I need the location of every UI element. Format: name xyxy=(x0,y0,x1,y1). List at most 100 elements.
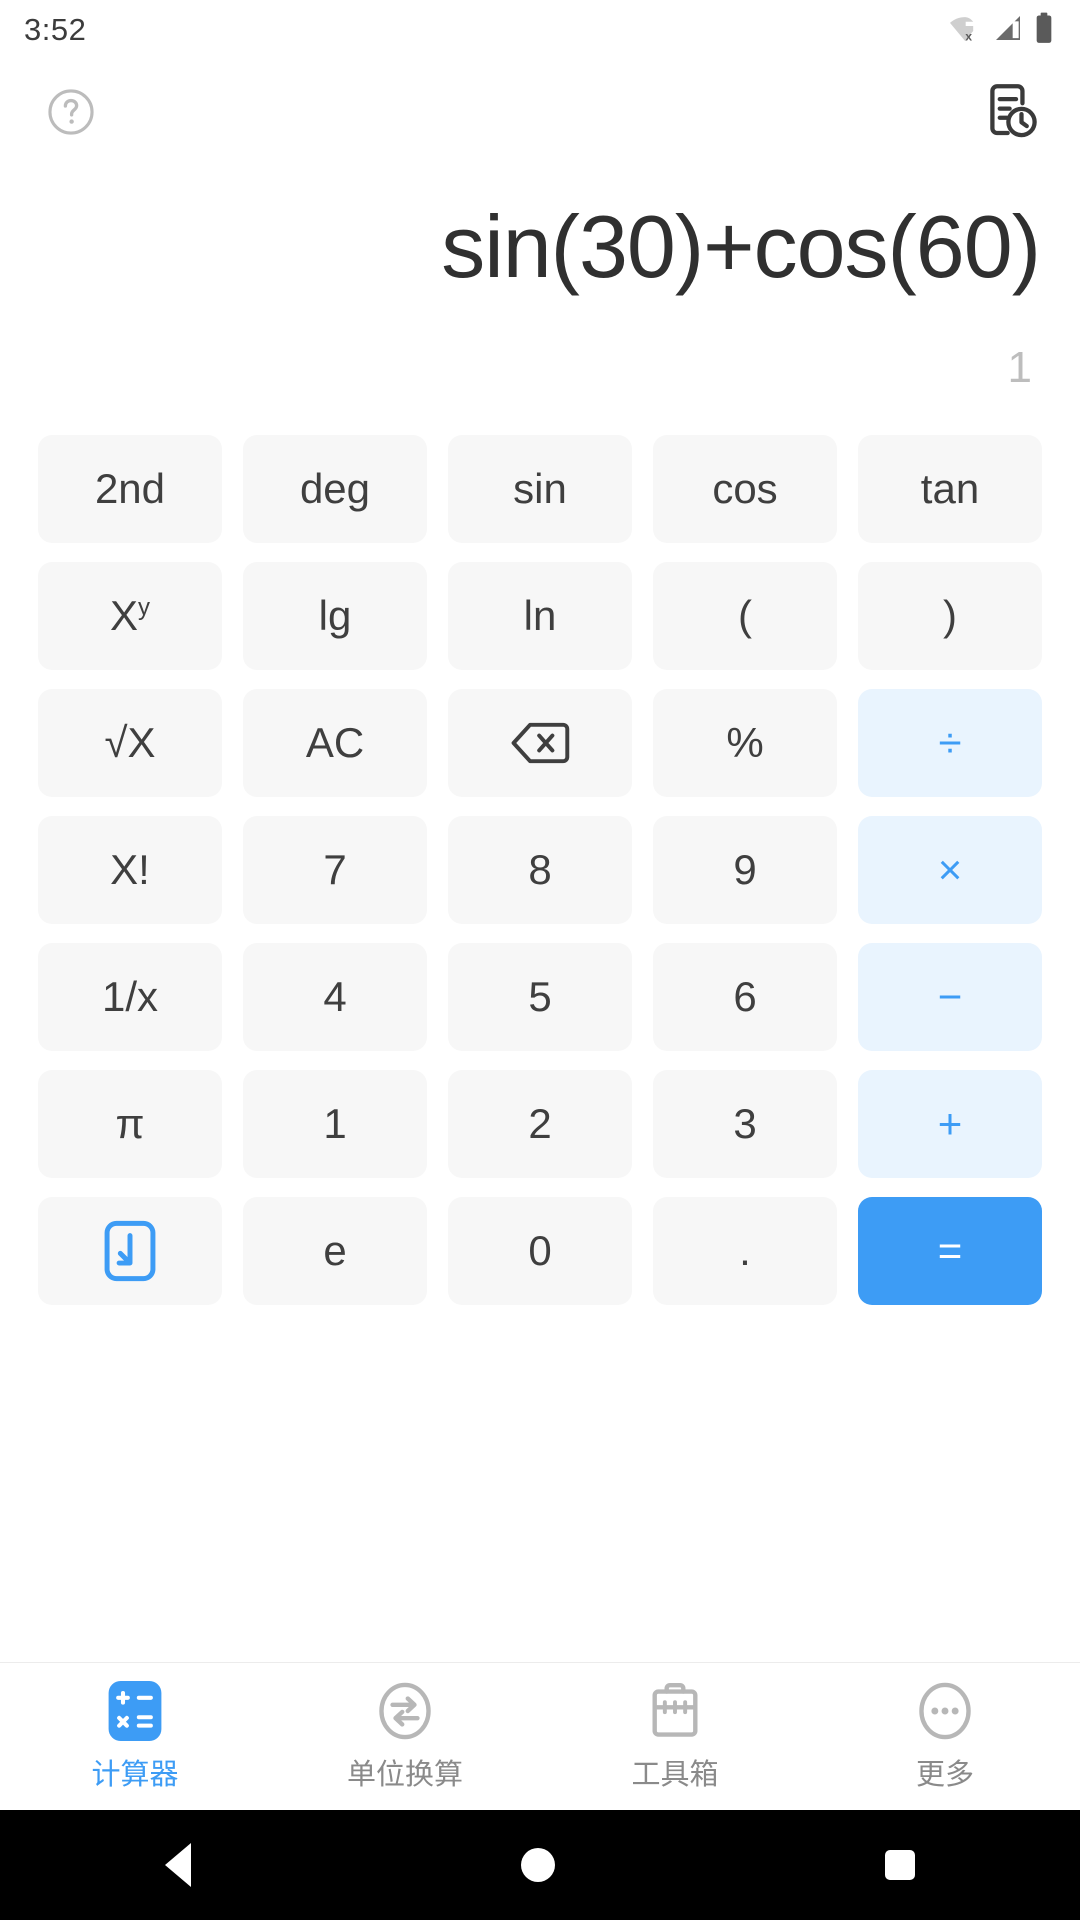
key-label: 1/x xyxy=(101,972,159,1020)
key-label: ( xyxy=(738,591,752,639)
key-sqrt[interactable]: √X xyxy=(38,688,222,797)
key-label: 4 xyxy=(323,972,347,1020)
key-label: AC xyxy=(305,718,365,766)
nav-label: 工具箱 xyxy=(631,1758,719,1791)
key-label: × xyxy=(937,845,963,893)
key-label: tan xyxy=(920,464,980,512)
key-backspace[interactable] xyxy=(448,688,632,797)
nav-label: 计算器 xyxy=(91,1758,179,1791)
recents-icon[interactable] xyxy=(885,1850,915,1880)
key-label: lg xyxy=(318,591,352,639)
status-time: 3:52 xyxy=(24,12,87,47)
more-dots-icon xyxy=(919,1682,971,1739)
battery-icon xyxy=(1034,12,1054,49)
key-label: ln xyxy=(523,591,557,639)
key-8[interactable]: 8 xyxy=(448,815,632,924)
key-label: 2nd xyxy=(94,464,166,512)
key-divide[interactable]: ÷ xyxy=(858,688,1042,797)
help-button[interactable] xyxy=(46,87,96,142)
key-minus[interactable]: − xyxy=(858,942,1042,1051)
nav-unit-conversion[interactable]: 单位换算 xyxy=(270,1663,540,1810)
key-second[interactable]: 2nd xyxy=(38,434,222,543)
key-label: + xyxy=(937,1099,963,1147)
key-label: % xyxy=(726,718,764,766)
key-lg[interactable]: lg xyxy=(243,561,427,670)
key-deg[interactable]: deg xyxy=(243,434,427,543)
key-label: 7 xyxy=(323,845,347,893)
key-label: 3 xyxy=(733,1099,757,1147)
key-reciprocal[interactable]: 1/x xyxy=(38,942,222,1051)
key-5[interactable]: 5 xyxy=(448,942,632,1051)
history-button[interactable] xyxy=(980,81,1042,148)
key-label: . xyxy=(739,1226,751,1274)
key-label: π xyxy=(115,1099,145,1147)
home-icon[interactable] xyxy=(521,1848,555,1882)
key-label: deg xyxy=(299,464,371,512)
key-0[interactable]: 0 xyxy=(448,1196,632,1305)
key-3[interactable]: 3 xyxy=(653,1069,837,1178)
key-plus[interactable]: + xyxy=(858,1069,1042,1178)
key-4[interactable]: 4 xyxy=(243,942,427,1051)
bottom-navigation: 计算器 单位换算 工具箱 更多 xyxy=(0,1662,1080,1810)
key-cos[interactable]: cos xyxy=(653,434,837,543)
key-label: − xyxy=(937,972,963,1020)
key-6[interactable]: 6 xyxy=(653,942,837,1051)
svg-text:x: x xyxy=(965,29,972,43)
key-label: 0 xyxy=(528,1226,552,1274)
key-label: 6 xyxy=(733,972,757,1020)
backspace-icon xyxy=(511,722,570,763)
key-label: e xyxy=(323,1226,347,1274)
key-collapse[interactable] xyxy=(38,1196,222,1305)
status-icons: x xyxy=(948,12,1054,49)
calculator-icon xyxy=(108,1680,162,1741)
key-multiply[interactable]: × xyxy=(858,815,1042,924)
key-2[interactable]: 2 xyxy=(448,1069,632,1178)
android-navigation-bar xyxy=(0,1810,1080,1920)
nav-label: 更多 xyxy=(915,1758,974,1791)
back-icon[interactable] xyxy=(165,1843,191,1887)
status-bar: 3:52 x xyxy=(0,0,1080,60)
key-percent[interactable]: % xyxy=(653,688,837,797)
signal-icon xyxy=(992,13,1024,48)
key-label: √X xyxy=(104,718,156,766)
key-label: cos xyxy=(712,464,778,512)
key-equals[interactable]: = xyxy=(858,1196,1042,1305)
nav-more[interactable]: 更多 xyxy=(810,1663,1080,1810)
expression-text[interactable]: sin(30)+cos(60) xyxy=(40,168,1040,297)
nav-label: 单位换算 xyxy=(346,1758,463,1791)
key-9[interactable]: 9 xyxy=(653,815,837,924)
key-label: 1 xyxy=(323,1099,347,1147)
result-text: 1 xyxy=(1007,342,1032,392)
key-label: ÷ xyxy=(938,718,962,766)
key-label: X! xyxy=(110,845,150,893)
key-all-clear[interactable]: AC xyxy=(243,688,427,797)
key-power[interactable]: Xy xyxy=(38,561,222,670)
key-decimal[interactable]: . xyxy=(653,1196,837,1305)
key-1[interactable]: 1 xyxy=(243,1069,427,1178)
help-circle-icon xyxy=(46,87,96,142)
key-label: 8 xyxy=(528,845,552,893)
convert-icon xyxy=(379,1682,431,1739)
key-label: sin xyxy=(513,464,567,512)
key-tan[interactable]: tan xyxy=(858,434,1042,543)
key-label: 9 xyxy=(733,845,757,893)
history-document-icon xyxy=(980,81,1042,148)
key-label: Xy xyxy=(109,591,150,639)
collapse-keypad-icon xyxy=(104,1220,156,1281)
key-close-paren[interactable]: ) xyxy=(858,561,1042,670)
key-open-paren[interactable]: ( xyxy=(653,561,837,670)
key-pi[interactable]: π xyxy=(38,1069,222,1178)
key-factorial[interactable]: X! xyxy=(38,815,222,924)
key-sin[interactable]: sin xyxy=(448,434,632,543)
nav-toolbox[interactable]: 工具箱 xyxy=(540,1663,810,1810)
nav-calculator[interactable]: 计算器 xyxy=(0,1663,270,1810)
key-7[interactable]: 7 xyxy=(243,815,427,924)
key-label: 2 xyxy=(528,1099,552,1147)
key-label: = xyxy=(937,1226,963,1274)
key-label: 5 xyxy=(528,972,552,1020)
key-ln[interactable]: ln xyxy=(448,561,632,670)
calculator-display: sin(30)+cos(60) 1 xyxy=(0,168,1080,393)
key-e[interactable]: e xyxy=(243,1196,427,1305)
app-toolbar xyxy=(0,60,1080,168)
key-label: ) xyxy=(943,591,957,639)
